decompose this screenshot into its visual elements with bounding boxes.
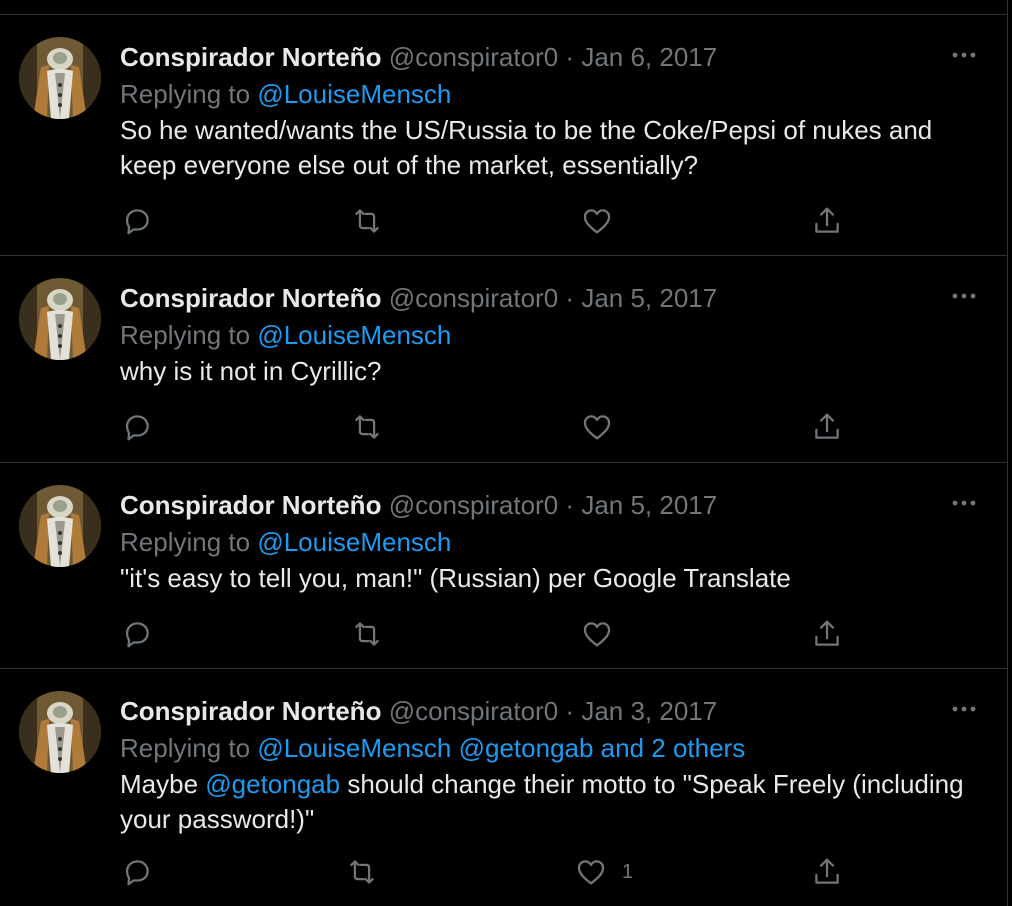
replying-to: Replying to @LouiseMensch @getongab and … [120, 732, 745, 764]
like-icon [583, 415, 611, 440]
share-icon [815, 207, 839, 233]
like-count: 1 [622, 860, 634, 883]
retweet-button[interactable] [350, 201, 384, 241]
author-name[interactable]: Conspirador Norteño [120, 696, 381, 726]
tweet-header: Conspirador Norteño @conspirator0 · Jan … [120, 282, 717, 314]
more-options-button[interactable] [949, 493, 979, 513]
retweet-button[interactable] [350, 614, 384, 654]
retweet-button[interactable] [345, 852, 379, 892]
avatar-image [19, 691, 101, 773]
avatar[interactable] [19, 278, 101, 360]
like-button[interactable] [580, 614, 628, 654]
retweet-icon [355, 622, 379, 646]
tweet-actions [0, 201, 1007, 241]
reply-button[interactable] [120, 852, 154, 892]
share-button[interactable] [810, 852, 844, 892]
replying-to-mention[interactable]: @LouiseMensch [257, 79, 451, 109]
more-icon [952, 52, 976, 58]
reply-icon [125, 860, 149, 886]
retweet-icon [350, 860, 374, 884]
tweet-mention[interactable]: @getongab [205, 769, 340, 799]
replying-to-mention[interactable]: @LouiseMensch [257, 733, 451, 763]
reply-button[interactable] [120, 407, 154, 447]
tweet-header: Conspirador Norteño @conspirator0 · Jan … [120, 695, 717, 727]
replying-to: Replying to @LouiseMensch [120, 319, 451, 351]
more-icon [952, 706, 976, 712]
more-options-button[interactable] [949, 45, 979, 65]
avatar-image [19, 37, 101, 119]
more-icon [952, 500, 976, 506]
replying-to-label: Replying to [120, 79, 251, 109]
share-icon [815, 858, 839, 884]
author-name[interactable]: Conspirador Norteño [120, 490, 381, 520]
like-icon [583, 209, 611, 234]
share-icon [815, 413, 839, 439]
tweet-text: So he wanted/wants the US/Russia to be t… [120, 115, 933, 180]
tweet-text-before: Maybe [120, 769, 206, 799]
reply-icon [125, 622, 149, 648]
avatar[interactable] [19, 37, 101, 119]
share-button[interactable] [810, 614, 844, 654]
replying-to-label: Replying to [120, 733, 251, 763]
tweet-date[interactable]: Jan 5, 2017 [581, 490, 717, 520]
more-options-button[interactable] [949, 286, 979, 306]
tweet-actions [0, 614, 1007, 654]
tweet[interactable]: Conspirador Norteño @conspirator0 · Jan … [0, 15, 1007, 256]
more-options-button[interactable] [949, 699, 979, 719]
author-handle[interactable]: @conspirator0 [389, 42, 558, 72]
author-handle[interactable]: @conspirator0 [389, 490, 558, 520]
tweet-text: Maybe @getongab should change their mott… [120, 767, 980, 837]
avatar[interactable] [19, 691, 101, 773]
author-name[interactable]: Conspirador Norteño [120, 42, 381, 72]
avatar-image [19, 485, 101, 567]
share-icon [815, 620, 839, 646]
author-handle[interactable]: @conspirator0 [389, 696, 558, 726]
like-button[interactable]: 1 [574, 852, 633, 892]
avatar-image [19, 278, 101, 360]
replying-to-mention[interactable]: @LouiseMensch [257, 527, 451, 557]
tweet-header: Conspirador Norteño @conspirator0 · Jan … [120, 489, 717, 521]
reply-icon [125, 415, 149, 441]
timeline: Conspirador Norteño @conspirator0 · Jan … [0, 0, 1008, 906]
share-button[interactable] [810, 201, 844, 241]
tweet-header: Conspirador Norteño @conspirator0 · Jan … [120, 41, 717, 73]
tweet[interactable]: Conspirador Norteño @conspirator0 · Jan … [0, 669, 1007, 906]
like-button[interactable] [580, 407, 628, 447]
replying-to-label: Replying to [120, 527, 251, 557]
tweet-actions: 1 [0, 852, 1007, 892]
avatar[interactable] [19, 485, 101, 567]
tweet-actions [0, 407, 1007, 447]
share-button[interactable] [810, 407, 844, 447]
tweet-text: why is it not in Cyrillic? [120, 356, 382, 386]
tweet-date[interactable]: Jan 3, 2017 [581, 696, 717, 726]
author-handle[interactable]: @conspirator0 [389, 283, 558, 313]
tweet-date[interactable]: Jan 5, 2017 [581, 283, 717, 313]
reply-icon [125, 209, 149, 235]
replying-to-others[interactable]: @getongab and 2 others [459, 733, 746, 763]
retweet-icon [355, 415, 379, 439]
separator: · [565, 42, 575, 72]
more-icon [952, 293, 976, 299]
like-icon [577, 860, 605, 885]
author-name[interactable]: Conspirador Norteño [120, 283, 381, 313]
tweet-text: "it's easy to tell you, man!" (Russian) … [120, 563, 791, 593]
replying-to-mention[interactable]: @LouiseMensch [257, 320, 451, 350]
like-icon [583, 622, 611, 647]
tweet[interactable]: Conspirador Norteño @conspirator0 · Jan … [0, 463, 1007, 669]
reply-button[interactable] [120, 614, 154, 654]
tweet[interactable]: Conspirador Norteño @conspirator0 · Jan … [0, 256, 1007, 463]
separator: · [565, 490, 575, 520]
replying-to-label: Replying to [120, 320, 251, 350]
reply-button[interactable] [120, 201, 154, 241]
retweet-button[interactable] [350, 407, 384, 447]
separator: · [565, 696, 575, 726]
retweet-icon [355, 209, 379, 233]
replying-to: Replying to @LouiseMensch [120, 78, 451, 110]
tweet-date[interactable]: Jan 6, 2017 [581, 42, 717, 72]
separator: · [565, 283, 575, 313]
replying-to: Replying to @LouiseMensch [120, 526, 451, 558]
like-button[interactable] [580, 201, 628, 241]
